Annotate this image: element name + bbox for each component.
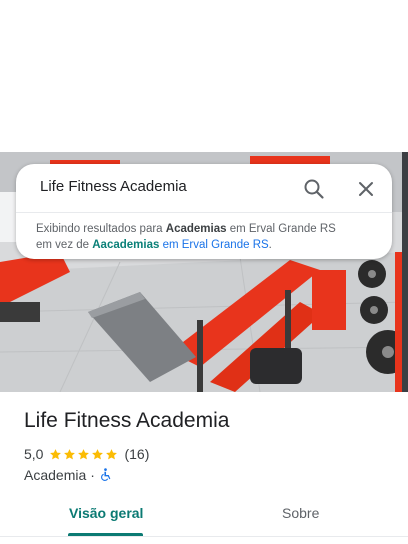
separator-dot: ·: [90, 467, 95, 483]
search-bar[interactable]: Life Fitness Academia: [16, 164, 392, 212]
place-category: Academia: [24, 467, 87, 483]
original-location-link[interactable]: em Erval Grande RS: [159, 239, 269, 251]
original-query-link[interactable]: Aacademias: [92, 239, 159, 251]
suggestion-term: Academias: [165, 223, 227, 235]
rating-row[interactable]: 5,0 (16): [24, 445, 149, 463]
wheelchair-icon: [101, 468, 111, 481]
place-title: Life Fitness Academia: [24, 409, 230, 432]
close-icon: [359, 182, 373, 196]
star-icon: [50, 448, 62, 459]
tab-overview[interactable]: Visão geral: [69, 505, 143, 521]
search-icon: [304, 179, 324, 199]
search-card: Life Fitness Academia Exibindo resultado…: [16, 164, 392, 259]
rating-value: 5,0: [24, 446, 44, 462]
clear-search-button[interactable]: [353, 176, 379, 202]
review-count[interactable]: (16): [124, 446, 149, 462]
search-input[interactable]: Life Fitness Academia: [40, 178, 187, 195]
blank-area: [0, 0, 408, 152]
suggestion-prefix: Exibindo resultados para: [36, 223, 166, 235]
tab-about[interactable]: Sobre: [282, 505, 319, 521]
spelling-suggestion: Exibindo resultados para Academias em Er…: [36, 221, 381, 253]
star-icon: [92, 448, 104, 459]
suggestion-mid: em vez de: [36, 239, 93, 251]
star-icon: [64, 448, 76, 459]
divider: [16, 212, 392, 213]
star-icon: [106, 448, 118, 459]
suggestion-end: .: [268, 239, 272, 251]
category-row: Academia ·: [24, 466, 112, 484]
tabs-divider: [0, 536, 408, 537]
star-rating: [49, 448, 119, 461]
search-button[interactable]: [301, 176, 327, 202]
star-icon: [78, 448, 90, 459]
suggestion-location: em Erval Grande RS: [226, 223, 336, 235]
